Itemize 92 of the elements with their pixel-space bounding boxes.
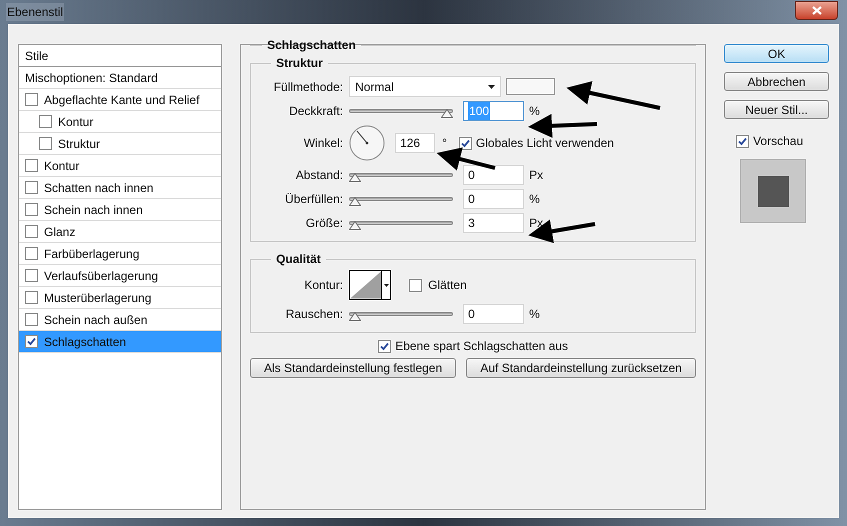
checkbox[interactable] xyxy=(39,137,52,150)
style-label: Struktur xyxy=(58,136,100,152)
style-label: Glanz xyxy=(44,224,76,240)
style-label: Schatten nach innen xyxy=(44,180,154,196)
field-label: Kontur: xyxy=(303,277,344,294)
preview-square xyxy=(758,176,789,206)
checkbox[interactable] xyxy=(25,225,38,238)
field-label: Deckkraft: xyxy=(288,103,344,120)
slider-thumb[interactable] xyxy=(349,221,362,230)
style-list-item[interactable]: Musterüberlagerung xyxy=(19,287,222,309)
blend-mode-dropdown[interactable]: Normal xyxy=(349,76,502,97)
annotation-arrow xyxy=(436,147,496,171)
default-settings-button[interactable]: Auf Standardeinstellung zurücksetzen xyxy=(466,358,696,378)
dialog-button[interactable]: Abbrechen xyxy=(724,72,829,91)
color-swatch[interactable] xyxy=(506,78,556,95)
style-list-item[interactable]: Schein nach innen xyxy=(19,199,222,221)
checkbox[interactable] xyxy=(409,278,422,292)
style-label: Kontur xyxy=(44,158,80,174)
slider-thumb[interactable] xyxy=(441,109,454,118)
checkbox[interactable] xyxy=(25,93,38,106)
style-label: Schlagschatten xyxy=(44,334,126,350)
style-list-item[interactable]: Farbüberlagerung xyxy=(19,243,222,265)
checkbox-label: Globales Licht verwenden xyxy=(476,135,614,152)
value-field[interactable]: 0 xyxy=(463,165,524,185)
style-list-item[interactable]: Schlagschatten xyxy=(19,331,222,353)
checkbox-label: Ebene spart Schlagschatten aus xyxy=(395,338,568,355)
style-list-item[interactable]: Struktur xyxy=(19,133,222,155)
dialog-button[interactable]: Neuer Stil... xyxy=(724,100,829,119)
group-title: Qualität xyxy=(275,251,322,268)
checkbox[interactable] xyxy=(25,335,38,348)
style-label: Musterüberlagerung xyxy=(44,290,152,306)
close-icon xyxy=(812,6,822,14)
checkbox[interactable] xyxy=(25,247,38,260)
checkbox[interactable] xyxy=(39,115,52,128)
style-list-item[interactable]: Glanz xyxy=(19,221,222,243)
field-label: Rauschen: xyxy=(284,306,344,323)
contour-curve-icon xyxy=(350,271,382,299)
slider-thumb[interactable] xyxy=(349,312,362,321)
checkbox-label: Vorschau xyxy=(753,133,804,150)
checkbox[interactable] xyxy=(378,340,392,352)
checkbox[interactable] xyxy=(25,313,38,326)
style-label: Farbüberlagerung xyxy=(44,246,140,262)
angle-dial[interactable] xyxy=(349,125,386,161)
checkbox-label: Glätten xyxy=(428,277,467,294)
field-label: Überfüllen: xyxy=(284,191,344,208)
dialog-button[interactable]: OK xyxy=(724,44,829,63)
style-label: Schein nach außen xyxy=(44,312,148,328)
panel-header: Stile xyxy=(25,48,48,64)
field-label: Größe: xyxy=(304,215,344,232)
group-title: Struktur xyxy=(275,55,324,72)
slider-thumb[interactable] xyxy=(349,197,362,206)
style-list-item[interactable]: Schatten nach innen xyxy=(19,177,222,199)
unit-label: % xyxy=(529,103,540,120)
close-button[interactable] xyxy=(795,0,838,20)
checkbox[interactable] xyxy=(25,269,38,282)
window-title: Ebenenstil xyxy=(6,3,64,21)
style-list-item[interactable]: Kontur xyxy=(19,155,222,177)
contour-picker[interactable] xyxy=(349,270,392,300)
unit-label: % xyxy=(529,306,540,323)
caret-icon xyxy=(488,84,496,88)
unit-label: % xyxy=(529,191,540,208)
unit-label: ° xyxy=(442,135,447,152)
group-title: Schlagschatten xyxy=(266,37,357,54)
style-label: Mischoptionen: Standard xyxy=(25,70,158,86)
style-list-item[interactable]: Verlaufsüberlagerung xyxy=(19,265,222,287)
default-settings-button[interactable]: Als Standardeinstellung festlegen xyxy=(250,358,456,378)
checkbox[interactable] xyxy=(25,181,38,194)
unit-label: Px xyxy=(529,215,544,232)
style-label: Kontur xyxy=(58,114,94,130)
checkbox[interactable] xyxy=(25,159,38,172)
caret-icon xyxy=(384,284,389,286)
annotation-arrow xyxy=(528,114,598,138)
value-field[interactable]: 0 xyxy=(463,189,524,209)
value-field[interactable]: 126 xyxy=(395,133,436,153)
style-label: Abgeflachte Kante und Relief xyxy=(44,92,200,108)
style-list-item[interactable]: Abgeflachte Kante und Relief xyxy=(19,89,222,111)
value-field[interactable]: 0 xyxy=(463,304,524,324)
annotation-arrow xyxy=(528,220,596,244)
style-label: Verlaufsüberlagerung xyxy=(44,268,158,284)
checkbox[interactable] xyxy=(736,134,750,148)
value-field[interactable]: 3 xyxy=(463,213,524,233)
unit-label: Px xyxy=(529,167,544,184)
field-label: Winkel: xyxy=(302,135,344,152)
checkbox[interactable] xyxy=(25,203,38,216)
style-label: Schein nach innen xyxy=(44,202,143,218)
checkbox[interactable] xyxy=(25,291,38,304)
style-list-item[interactable]: Kontur xyxy=(19,111,222,133)
checkbox[interactable] xyxy=(458,136,472,150)
style-list-item[interactable]: Mischoptionen: Standard xyxy=(19,67,222,89)
field-label: Abstand: xyxy=(294,167,344,184)
slider-thumb[interactable] xyxy=(349,173,362,182)
field-label: Füllmethode: xyxy=(272,78,344,96)
